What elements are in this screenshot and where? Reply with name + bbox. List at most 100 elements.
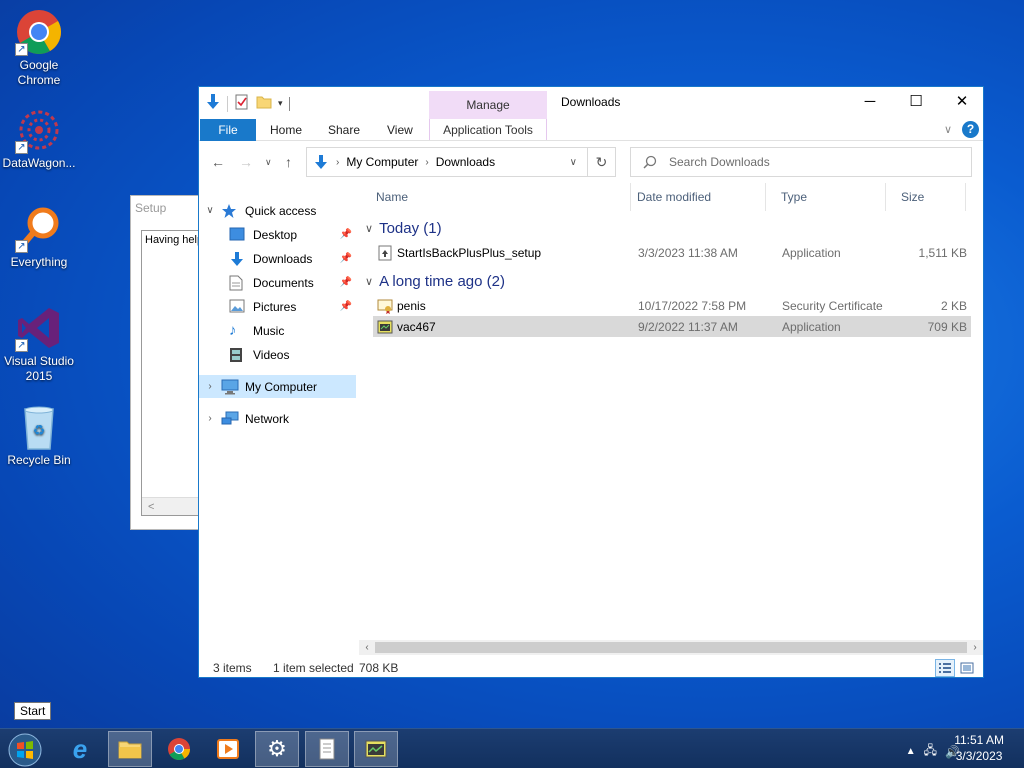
scroll-left-icon[interactable]: ‹ [359, 640, 375, 655]
taskbar-ie[interactable]: e [58, 731, 102, 767]
chevron-right-icon[interactable]: › [199, 413, 221, 424]
pin-icon[interactable]: 📌 [340, 253, 352, 264]
sidebar-item-downloads[interactable]: Downloads 📌 [199, 247, 356, 270]
column-header-date[interactable]: Date modified [622, 183, 766, 211]
sidebar-item-quick-access[interactable]: ∨ Quick access [199, 199, 356, 222]
taskbar-file-explorer[interactable] [108, 731, 152, 767]
new-folder-icon[interactable] [256, 94, 272, 113]
qat-dropdown-icon[interactable]: ▾ [278, 98, 283, 109]
system-clock[interactable]: 11:51 AM 3/3/2023 [954, 732, 1004, 764]
sidebar-item-my-computer[interactable]: › My Computer [199, 375, 356, 398]
desktop-icon-everything[interactable]: ↗ Everything [1, 205, 77, 270]
chevron-right-icon[interactable]: › [199, 381, 221, 392]
shortcut-arrow-icon: ↗ [15, 43, 28, 56]
tab-file[interactable]: File [200, 119, 256, 141]
sidebar-item-videos[interactable]: Videos [199, 343, 356, 366]
file-name: vac467 [397, 319, 436, 334]
file-row[interactable]: penis 10/17/2022 7:58 PM Security Certif… [373, 295, 971, 316]
forward-arrow-icon[interactable]: → [239, 154, 253, 170]
network-icon[interactable]: 🖧 [924, 741, 937, 762]
title-bar[interactable]: ▾ Manage Application Tools Downloads ─ ☐… [199, 87, 985, 141]
taskbar-settings[interactable]: ⚙ [255, 731, 299, 767]
address-row: ← → ∨ ↑ › My Computer › Downloads ∨ ↻ Se… [199, 145, 983, 179]
desktop-icon-chrome[interactable]: ↗ Google Chrome [1, 8, 77, 88]
back-arrow-icon[interactable]: ← [211, 154, 225, 170]
sidebar-item-desktop[interactable]: Desktop 📌 [199, 223, 356, 246]
tab-home[interactable]: Home [256, 119, 316, 141]
explorer-window[interactable]: ▾ Manage Application Tools Downloads ─ ☐… [198, 86, 984, 678]
file-row[interactable]: vac467 9/2/2022 11:37 AM Application 709… [373, 316, 971, 337]
qat-separator [227, 95, 228, 112]
taskbar-media-player[interactable] [206, 731, 250, 767]
group-header-long-ago[interactable]: ∨ A long time ago (2) [365, 269, 955, 293]
address-bar[interactable]: › My Computer › Downloads ∨ [306, 147, 588, 177]
quick-access-toolbar: ▾ [205, 93, 290, 114]
expand-ribbon-icon[interactable]: ∨ [944, 123, 952, 136]
taskbar-chrome[interactable] [157, 731, 201, 767]
file-size: 1,511 KB [918, 245, 967, 260]
sidebar-item-music[interactable]: ♪ Music [199, 319, 356, 342]
minimize-button[interactable]: ─ [847, 87, 893, 117]
desktop-icon-visual-studio[interactable]: ↗ Visual Studio 2015 [1, 304, 77, 384]
column-header-size[interactable]: Size [886, 183, 966, 211]
group-label: A long time ago (2) [379, 272, 505, 290]
sidebar-item-pictures[interactable]: Pictures 📌 [199, 295, 356, 318]
desktop-icon-datawagon[interactable]: ↗ DataWagon... [1, 106, 77, 171]
properties-icon[interactable] [234, 94, 250, 113]
group-header-today[interactable]: ∨ Today (1) [365, 216, 955, 240]
taskbar-setup[interactable] [305, 731, 349, 767]
sidebar-item-network[interactable]: › Network [199, 407, 356, 430]
start-button[interactable] [6, 732, 46, 768]
pin-icon[interactable]: 📌 [340, 229, 352, 240]
sidebar-item-label: My Computer [245, 379, 318, 394]
details-view-button[interactable] [935, 659, 955, 677]
clock-time: 11:51 AM [954, 733, 1004, 747]
application-icon [377, 319, 393, 335]
pin-icon[interactable]: 📌 [340, 301, 352, 312]
film-icon [229, 347, 247, 363]
shortcut-arrow-icon: ↗ [15, 240, 28, 253]
tab-share[interactable]: Share [314, 119, 374, 141]
group-label: Today (1) [379, 219, 442, 237]
svg-text:♻: ♻ [33, 422, 46, 438]
desktop-folder-icon [229, 227, 247, 243]
show-hidden-icons-icon[interactable]: ▲ [906, 746, 916, 757]
maximize-button[interactable]: ☐ [893, 87, 939, 117]
address-dropdown-icon[interactable]: ∨ [570, 157, 577, 168]
sidebar-item-label: Pictures [253, 299, 297, 314]
sidebar-item-documents[interactable]: Documents 📌 [199, 271, 356, 294]
file-row[interactable]: StartIsBackPlusPlus_setup 3/3/2023 11:38… [373, 242, 971, 263]
setup-document-icon [319, 738, 335, 760]
pictures-icon [229, 299, 247, 315]
large-icons-view-button[interactable] [957, 659, 977, 677]
system-tray: ▲ 🖧 🔊 [906, 741, 960, 762]
tab-view[interactable]: View [373, 119, 427, 141]
sidebar-item-label: Network [245, 411, 290, 426]
chevron-down-icon[interactable]: ∨ [365, 222, 373, 235]
breadcrumb-separator-icon[interactable]: › [425, 157, 428, 168]
close-button[interactable]: ✕ [939, 87, 985, 117]
search-input[interactable]: Search Downloads [630, 147, 972, 177]
scrollbar-thumb[interactable] [375, 642, 967, 653]
chevron-down-icon[interactable]: ∨ [199, 205, 221, 216]
column-header-name[interactable]: Name [361, 183, 631, 211]
shortcut-arrow-icon: ↗ [15, 339, 28, 352]
desktop-icon-label: Chrome [17, 73, 61, 87]
column-header-type[interactable]: Type [766, 183, 886, 211]
breadcrumb-my-computer[interactable]: My Computer [346, 155, 418, 169]
chevron-down-icon[interactable]: ∨ [365, 275, 373, 288]
refresh-button[interactable]: ↻ [588, 147, 616, 177]
recent-locations-icon[interactable]: ∨ [265, 157, 272, 168]
breadcrumb-separator-icon[interactable]: › [336, 157, 339, 168]
taskbar-vac467[interactable] [354, 731, 398, 767]
scroll-right-icon[interactable]: › [967, 640, 983, 655]
breadcrumb-downloads[interactable]: Downloads [436, 155, 495, 169]
downloads-arrow-icon [315, 155, 327, 169]
pin-icon[interactable]: 📌 [340, 277, 352, 288]
file-type: Application [782, 245, 841, 260]
scroll-left-icon[interactable]: < [148, 501, 154, 513]
horizontal-scrollbar[interactable]: ‹ › [359, 640, 983, 655]
up-arrow-icon[interactable]: ↑ [285, 154, 292, 170]
help-icon[interactable]: ? [962, 121, 979, 138]
desktop-icon-recycle-bin[interactable]: ♻ Recycle Bin [1, 403, 77, 468]
